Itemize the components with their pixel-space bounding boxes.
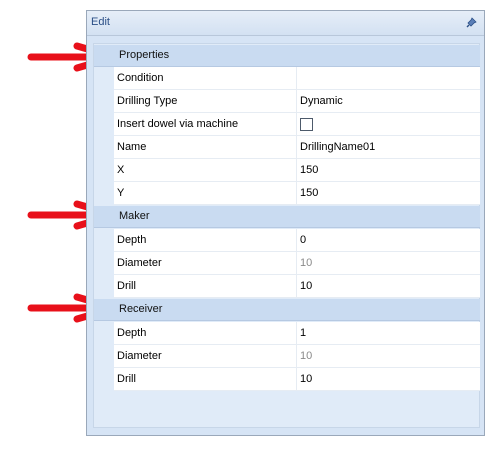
- category-maker[interactable]: Maker: [94, 206, 480, 228]
- property-row-x[interactable]: X 150: [114, 159, 480, 182]
- property-name: Condition: [114, 67, 297, 89]
- property-name: Diameter: [114, 345, 297, 367]
- property-value[interactable]: Dynamic: [300, 90, 478, 112]
- property-row-maker-drill[interactable]: Drill 10: [114, 275, 480, 298]
- property-value[interactable]: 10: [300, 275, 478, 297]
- property-value[interactable]: 10: [300, 368, 478, 390]
- property-name: Name: [114, 136, 297, 158]
- property-name: Drill: [114, 368, 297, 390]
- property-name: X: [114, 159, 297, 181]
- property-name: Insert dowel via machine: [114, 113, 297, 135]
- property-name: Depth: [114, 229, 297, 251]
- property-row-condition[interactable]: Condition: [114, 67, 480, 90]
- property-row-maker-diameter[interactable]: Diameter 10: [114, 252, 480, 275]
- property-value[interactable]: 1: [300, 322, 478, 344]
- category-label: Maker: [119, 210, 150, 222]
- property-value[interactable]: 10: [300, 252, 478, 274]
- category-receiver[interactable]: Receiver: [94, 299, 480, 321]
- property-name: Drill: [114, 275, 297, 297]
- property-row-name[interactable]: Name DrillingName01: [114, 136, 480, 159]
- property-row-receiver-diameter[interactable]: Diameter 10: [114, 345, 480, 368]
- panel-titlebar: Edit: [87, 11, 484, 36]
- category-label: Receiver: [119, 303, 163, 315]
- property-name: Diameter: [114, 252, 297, 274]
- property-value[interactable]: 150: [300, 182, 478, 204]
- insert-dowel-checkbox[interactable]: [300, 118, 313, 131]
- category-label: Properties: [119, 49, 170, 61]
- property-row-y[interactable]: Y 150: [114, 182, 480, 205]
- property-value[interactable]: [300, 67, 478, 89]
- panel-title: Edit: [91, 16, 110, 28]
- property-value[interactable]: 10: [300, 345, 478, 367]
- property-row-receiver-drill[interactable]: Drill 10: [114, 368, 480, 391]
- property-name: Depth: [114, 322, 297, 344]
- property-value[interactable]: 150: [300, 159, 478, 181]
- property-value[interactable]: 0: [300, 229, 478, 251]
- category-properties[interactable]: Properties: [94, 45, 480, 67]
- property-name: Drilling Type: [114, 90, 297, 112]
- property-row-insert-dowel[interactable]: Insert dowel via machine: [114, 113, 480, 136]
- property-row-receiver-depth[interactable]: Depth 1: [114, 322, 480, 345]
- property-row-maker-depth[interactable]: Depth 0: [114, 229, 480, 252]
- property-name: Y: [114, 182, 297, 204]
- edit-panel: Edit Properties Condition Drilling Type …: [86, 10, 485, 436]
- property-row-drilling-type[interactable]: Drilling Type Dynamic: [114, 90, 480, 113]
- pin-icon[interactable]: [466, 16, 478, 28]
- property-grid-area[interactable]: Properties Condition Drilling Type Dynam…: [93, 43, 480, 428]
- property-value[interactable]: DrillingName01: [300, 136, 478, 158]
